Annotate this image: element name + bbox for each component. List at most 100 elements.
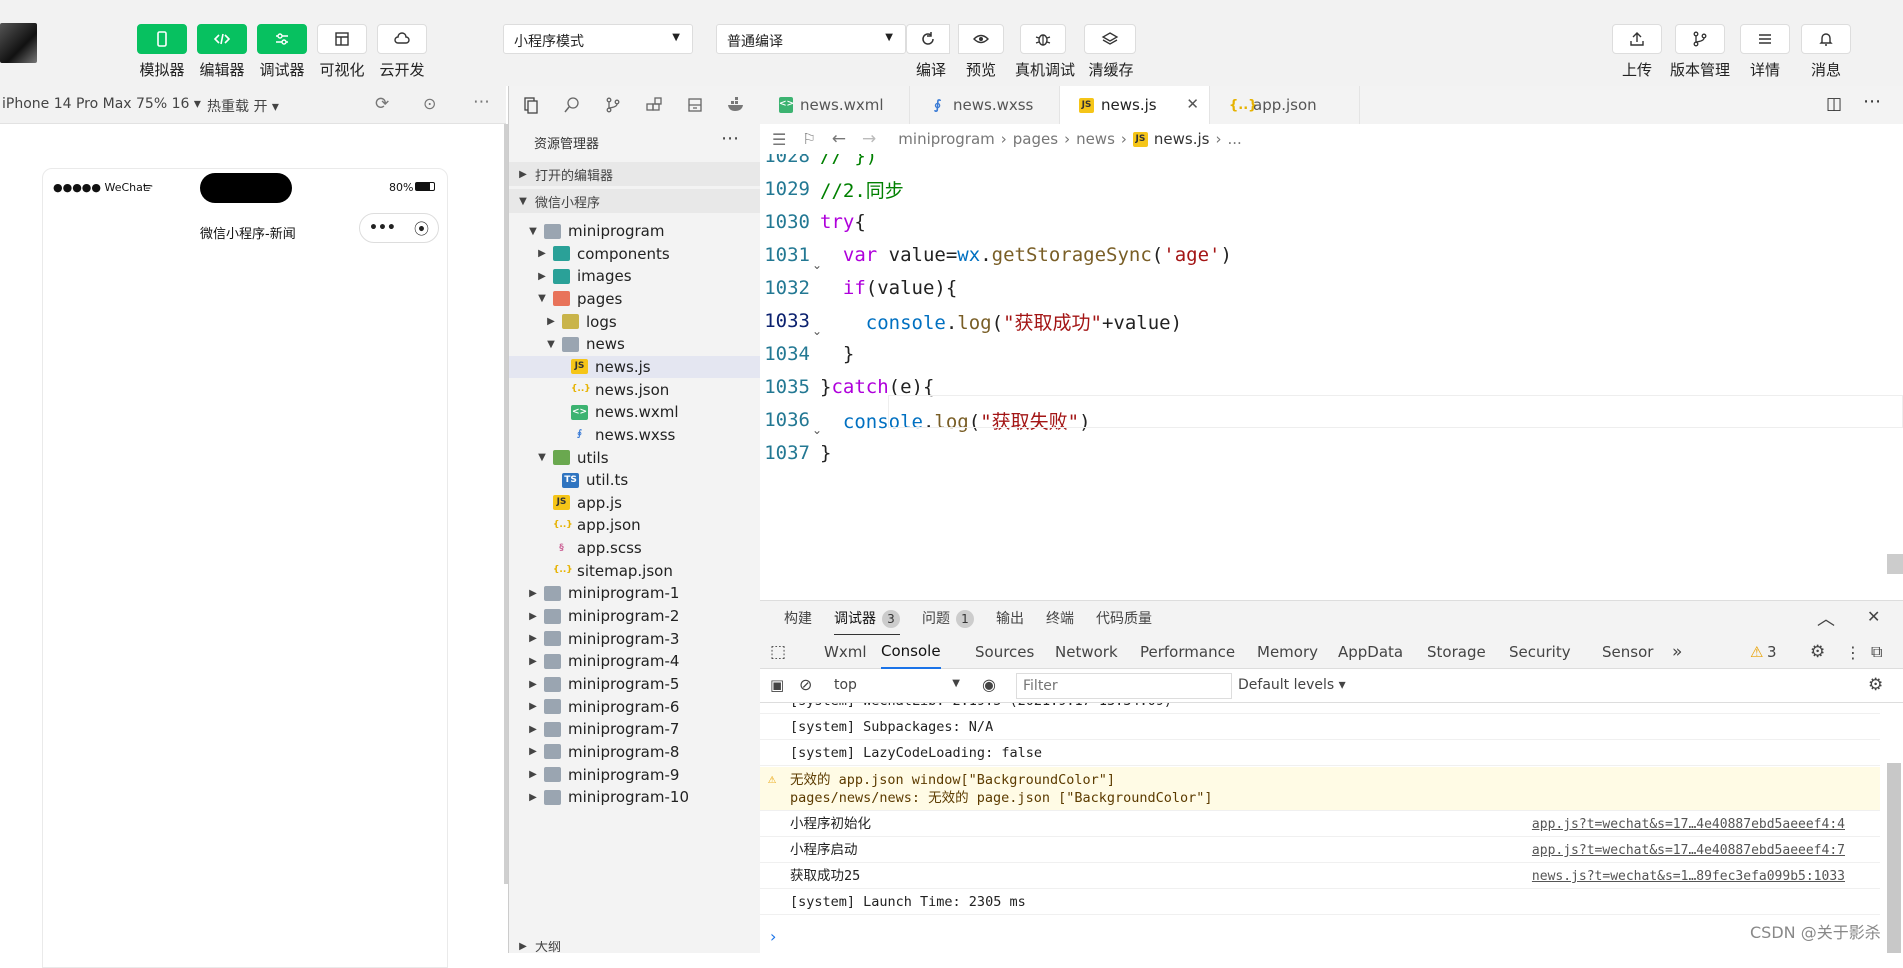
rotate-icon[interactable]: ⟳	[375, 94, 389, 114]
tree-item-components[interactable]: ▶ components	[509, 243, 761, 265]
explorer-more-icon[interactable]: ⋯	[721, 128, 739, 149]
context-select[interactable]: top ▼	[826, 674, 964, 698]
close-tab-icon[interactable]: ✕	[1186, 95, 1199, 113]
bookmark-icon[interactable]: ⚐	[802, 130, 815, 148]
console-settings-icon[interactable]: ⚙	[1868, 675, 1883, 695]
console-filter-input[interactable]	[1016, 673, 1232, 699]
messages-button[interactable]	[1801, 24, 1851, 54]
message-source-link[interactable]: news.js?t=wechat&s=1…89fec3efa099b5:1033	[1532, 864, 1845, 889]
capsule-close-icon[interactable]: ⦿	[414, 218, 429, 239]
preview-button[interactable]	[958, 24, 1004, 54]
tree-item-news-json[interactable]: {..} news.json	[509, 379, 761, 401]
tab-output[interactable]: 输出	[996, 608, 1024, 628]
debugger-button[interactable]	[257, 24, 307, 54]
tree-item-images[interactable]: ▶ images	[509, 265, 761, 287]
code-line[interactable]: 1037}	[760, 433, 1903, 473]
tab-appdata[interactable]: AppData	[1338, 635, 1403, 669]
tab-sensor[interactable]: Sensor	[1602, 635, 1653, 669]
tab-terminal[interactable]: 终端	[1046, 608, 1074, 628]
editor-scrollbar[interactable]	[1887, 554, 1903, 574]
tree-item-miniprogram-7[interactable]: ▶ miniprogram-7	[509, 718, 761, 740]
hot-reload-toggle[interactable]: 热重载 开 ▾	[207, 96, 279, 116]
collapse-panel-icon[interactable]: ︿	[1817, 605, 1835, 631]
tree-item-miniprogram-1[interactable]: ▶ miniprogram-1	[509, 582, 761, 604]
list-icon[interactable]: ☰	[772, 130, 786, 149]
tree-item-utils[interactable]: ▼ utils	[509, 447, 761, 469]
outline-section[interactable]: ▶ 大纲	[509, 941, 761, 953]
inspect-icon[interactable]: ⬚	[770, 635, 786, 669]
warning-count[interactable]: 3	[1767, 635, 1777, 669]
fold-arrow-icon[interactable]: ⌄	[812, 324, 822, 338]
storage-icon[interactable]	[681, 91, 709, 119]
remote-debug-button[interactable]	[1020, 24, 1066, 54]
tab-build[interactable]: 构建	[784, 608, 812, 628]
back-arrow-icon[interactable]: ←	[832, 129, 846, 149]
more-icon[interactable]: ⋯	[473, 92, 490, 112]
tab-news-wxss[interactable]: ∮ news.wxss	[910, 86, 1060, 124]
more-tabs-icon[interactable]: »	[1672, 635, 1682, 669]
tab-news-wxml[interactable]: <> news.wxml	[760, 86, 910, 124]
stop-icon[interactable]: ⊙	[423, 94, 436, 113]
tree-item-news-wxss[interactable]: ∮ news.wxss	[509, 424, 761, 446]
tree-item-miniprogram-8[interactable]: ▶ miniprogram-8	[509, 741, 761, 763]
tree-item-sitemap-json[interactable]: {..} sitemap.json	[509, 560, 761, 582]
tree-item-news-wxml[interactable]: <> news.wxml	[509, 401, 761, 423]
console-prompt[interactable]: ›	[770, 927, 776, 946]
tab-news-js[interactable]: JS news.js ✕	[1060, 86, 1210, 124]
files-icon[interactable]	[517, 91, 545, 119]
details-button[interactable]	[1740, 24, 1790, 54]
tab-console[interactable]: Console	[881, 635, 941, 669]
fold-arrow-icon[interactable]: ⌄	[812, 423, 822, 437]
version-button[interactable]	[1675, 24, 1725, 54]
tree-item-util-ts[interactable]: TS util.ts	[509, 469, 761, 491]
clear-console-icon[interactable]: ⊘	[799, 675, 812, 694]
tree-item-miniprogram[interactable]: ▼ miniprogram	[509, 220, 761, 242]
crumb-miniprogram[interactable]: miniprogram	[898, 130, 994, 148]
tree-item-logs[interactable]: ▶ logs	[509, 311, 761, 333]
tree-item-miniprogram-2[interactable]: ▶ miniprogram-2	[509, 605, 761, 627]
message-source-link[interactable]: app.js?t=wechat&s=17…4e40887ebd5aeeef4:7	[1532, 838, 1845, 863]
sidebar-toggle-icon[interactable]: ▣	[770, 676, 784, 694]
tree-item-pages[interactable]: ▼ pages	[509, 288, 761, 310]
tree-item-app-json[interactable]: {..} app.json	[509, 514, 761, 536]
extensions-icon[interactable]	[640, 91, 668, 119]
tab-problems[interactable]: 问题 1	[922, 608, 974, 628]
dock-icon[interactable]: ⧉	[1871, 635, 1882, 669]
crumb-news-js[interactable]: news.js	[1154, 130, 1210, 148]
gear-icon[interactable]: ⚙	[1810, 635, 1825, 669]
tree-item-miniprogram-6[interactable]: ▶ miniprogram-6	[509, 696, 761, 718]
tree-item-app-js[interactable]: JS app.js	[509, 492, 761, 514]
user-avatar[interactable]	[0, 23, 37, 63]
forward-arrow-icon[interactable]: →	[862, 129, 876, 149]
code-area[interactable]: 1028 // }) 1029 //2.同步 1030 try{1031 var valu…	[760, 154, 1903, 600]
eye-icon[interactable]: ◉	[982, 675, 996, 694]
tab-app-json[interactable]: {..} app.json	[1210, 86, 1360, 124]
close-panel-icon[interactable]: ✕	[1867, 607, 1880, 626]
capsule-more-icon[interactable]: •••	[369, 220, 396, 236]
tree-item-news-js[interactable]: JS news.js	[509, 355, 761, 378]
tree-item-app-scss[interactable]: § app.scss	[509, 537, 761, 559]
simulator-button[interactable]	[137, 24, 187, 54]
open-editors-section[interactable]: ▶ 打开的编辑器	[509, 162, 761, 186]
crumb-news[interactable]: news	[1076, 130, 1115, 148]
tree-item-miniprogram-10[interactable]: ▶ miniprogram-10	[509, 786, 761, 808]
compile-select[interactable]: 普通编译 ▼	[716, 24, 906, 54]
tab-wxml[interactable]: Wxml	[824, 635, 867, 669]
tree-item-miniprogram-9[interactable]: ▶ miniprogram-9	[509, 764, 761, 786]
tab-code-quality[interactable]: 代码质量	[1096, 608, 1152, 628]
tab-network[interactable]: Network	[1055, 635, 1118, 669]
split-editor-icon[interactable]: ◫	[1826, 94, 1842, 114]
tree-item-miniprogram-5[interactable]: ▶ miniprogram-5	[509, 673, 761, 695]
search-icon[interactable]	[558, 91, 586, 119]
cloud-dev-button[interactable]	[377, 24, 427, 54]
levels-select[interactable]: Default levels ▾	[1238, 677, 1346, 693]
tab-security[interactable]: Security	[1509, 635, 1571, 669]
message-source-link[interactable]: app.js?t=wechat&s=17…4e40887ebd5aeeef4:4	[1532, 812, 1845, 837]
crumb-more[interactable]: ...	[1227, 130, 1241, 148]
mode-select[interactable]: 小程序模式 ▼	[503, 24, 693, 54]
tab-storage[interactable]: Storage	[1427, 635, 1486, 669]
console-scrollbar[interactable]	[1887, 763, 1901, 953]
tab-performance[interactable]: Performance	[1140, 635, 1235, 669]
crumb-pages[interactable]: pages	[1013, 130, 1058, 148]
compile-button[interactable]	[906, 24, 950, 54]
